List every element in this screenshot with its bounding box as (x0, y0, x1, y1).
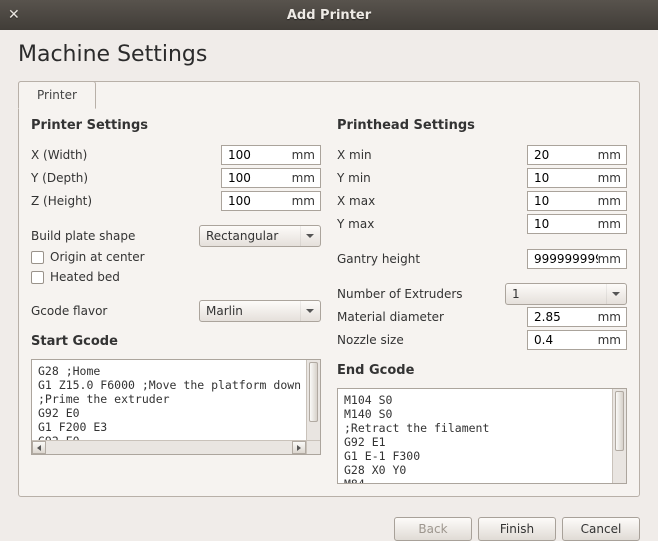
chevron-down-icon (606, 284, 624, 304)
printhead-settings-column: Printhead Settings X min mm Y min mm (337, 118, 627, 484)
chevron-down-icon (300, 226, 318, 246)
window-title: Add Printer (0, 8, 658, 23)
titlebar: ✕ Add Printer (0, 0, 658, 30)
gcode-flavor-value: Marlin (206, 304, 243, 318)
gantry-height-unit: mm (598, 249, 621, 269)
dialog-buttons: Back Finish Cancel (0, 507, 658, 541)
close-button[interactable]: ✕ (8, 0, 20, 30)
ymin-unit: mm (598, 168, 621, 188)
scroll-right-icon[interactable] (292, 441, 306, 454)
back-button[interactable]: Back (394, 517, 472, 541)
num-extruders-select[interactable]: 1 (505, 283, 627, 305)
xmax-unit: mm (598, 191, 621, 211)
ymax-unit: mm (598, 214, 621, 234)
nozzle-size-unit: mm (598, 330, 621, 350)
printer-settings-column: Printer Settings X (Width) mm Y (Depth) … (31, 118, 321, 484)
scrollbar-vertical[interactable] (306, 360, 320, 440)
nozzle-size-label: Nozzle size (337, 333, 521, 347)
scroll-thumb[interactable] (309, 362, 318, 422)
scrollbar-horizontal[interactable] (32, 440, 306, 454)
start-gcode-area[interactable]: G28 ;Home G1 Z15.0 F6000 ;Move the platf… (31, 359, 321, 455)
chevron-down-icon (300, 301, 318, 321)
scroll-left-icon[interactable] (32, 441, 46, 454)
scroll-thumb[interactable] (615, 391, 624, 451)
tab-label: Printer (37, 88, 77, 102)
y-depth-unit: mm (292, 168, 315, 188)
end-gcode-title: End Gcode (337, 363, 627, 378)
page-title: Machine Settings (18, 42, 640, 67)
heated-bed-label: Heated bed (50, 270, 120, 284)
scrollbar-vertical[interactable] (612, 389, 626, 483)
gantry-height-label: Gantry height (337, 252, 521, 266)
material-diameter-label: Material diameter (337, 310, 521, 324)
x-width-label: X (Width) (31, 148, 215, 162)
xmin-unit: mm (598, 145, 621, 165)
start-gcode-title: Start Gcode (31, 334, 321, 349)
printer-settings-title: Printer Settings (31, 118, 321, 133)
xmin-label: X min (337, 148, 521, 162)
z-height-label: Z (Height) (31, 194, 215, 208)
num-extruders-value: 1 (512, 287, 520, 301)
material-diameter-unit: mm (598, 307, 621, 327)
ymin-label: Y min (337, 171, 521, 185)
gcode-flavor-select[interactable]: Marlin (199, 300, 321, 322)
build-plate-shape-select[interactable]: Rectangular (199, 225, 321, 247)
num-extruders-label: Number of Extruders (337, 287, 499, 301)
tab-container: Printer Printer Settings X (Width) mm Y … (18, 81, 640, 497)
end-gcode-text[interactable]: M104 S0 M140 S0 ;Retract the filament G9… (338, 389, 626, 484)
start-gcode-text[interactable]: G28 ;Home G1 Z15.0 F6000 ;Move the platf… (32, 360, 320, 452)
origin-at-center-checkbox[interactable] (31, 251, 44, 264)
build-plate-shape-value: Rectangular (206, 229, 278, 243)
y-depth-label: Y (Depth) (31, 171, 215, 185)
finish-button[interactable]: Finish (478, 517, 556, 541)
gcode-flavor-label: Gcode flavor (31, 304, 193, 318)
cancel-button[interactable]: Cancel (562, 517, 640, 541)
xmax-label: X max (337, 194, 521, 208)
end-gcode-area[interactable]: M104 S0 M140 S0 ;Retract the filament G9… (337, 388, 627, 484)
x-width-unit: mm (292, 145, 315, 165)
origin-at-center-label: Origin at center (50, 250, 145, 264)
z-height-unit: mm (292, 191, 315, 211)
tab-printer[interactable]: Printer (18, 81, 96, 109)
heated-bed-checkbox[interactable] (31, 271, 44, 284)
build-plate-shape-label: Build plate shape (31, 229, 193, 243)
printhead-settings-title: Printhead Settings (337, 118, 627, 133)
ymax-label: Y max (337, 217, 521, 231)
scroll-corner (306, 440, 320, 454)
